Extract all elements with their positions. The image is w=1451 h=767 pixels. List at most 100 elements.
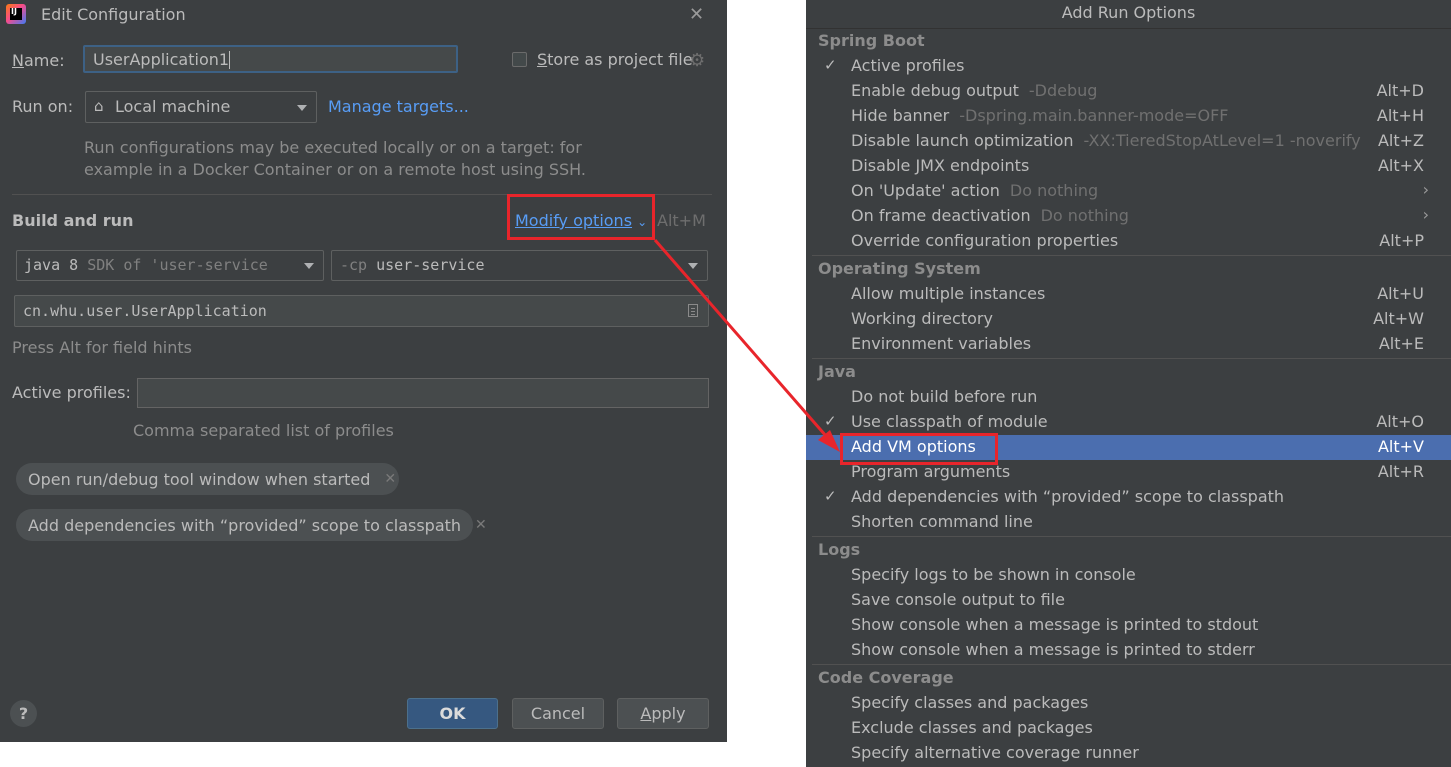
option-label: Add dependencies with “provided” scope t… [851, 487, 1285, 506]
run-on-hint-line-2: example in a Docker Container or on a re… [84, 160, 586, 179]
option-label: Disable JMX endpoints [851, 156, 1030, 175]
option-label: Override configuration properties [851, 231, 1119, 250]
home-icon: ⌂ [94, 97, 104, 115]
option-item[interactable]: ✓ Add dependencies with “provided” scope … [806, 485, 1451, 510]
name-input[interactable]: UserApplication1 [83, 45, 458, 73]
option-chip-open-tool-window[interactable]: Open run/debug tool window when started … [16, 463, 399, 495]
option-item[interactable]: Enable debug output -Ddebug Alt+D [806, 79, 1451, 104]
option-item[interactable]: Disable JMX endpoints Alt+X [806, 154, 1451, 179]
option-item[interactable]: Show console when a message is printed t… [806, 638, 1451, 663]
option-hint: Do nothing [1040, 206, 1129, 225]
section-separator [812, 358, 1451, 359]
option-chip-provided-scope[interactable]: Add dependencies with “provided” scope t… [16, 509, 487, 541]
classpath-module-select[interactable]: -cp user-service [331, 250, 708, 281]
option-label-wrap: Allow multiple instances [851, 284, 1045, 303]
option-label-wrap: Save console output to file [851, 590, 1065, 609]
active-profiles-label: Active profiles: [12, 383, 131, 402]
run-on-hint-line-1: Run configurations may be executed local… [84, 138, 582, 157]
close-icon[interactable]: ✕ [689, 4, 704, 25]
active-profiles-hint: Comma separated list of profiles [133, 421, 394, 440]
option-item[interactable]: Show console when a message is printed t… [806, 613, 1451, 638]
run-on-select[interactable]: ⌂ Local machine [85, 91, 317, 123]
option-item[interactable]: ✓ Use classpath of module Alt+O [806, 410, 1451, 435]
option-shortcut: Alt+E [1378, 334, 1424, 353]
store-as-project-file-checkbox[interactable] [512, 52, 527, 67]
option-item[interactable]: Exclude classes and packages [806, 716, 1451, 741]
option-hint: -Ddebug [1028, 81, 1098, 100]
manage-targets-link[interactable]: Manage targets... [328, 97, 469, 116]
option-hint: Do nothing [1009, 181, 1099, 200]
ok-button[interactable]: OK [407, 698, 498, 729]
section-separator [812, 255, 1451, 256]
option-item[interactable]: Working directory Alt+W [806, 307, 1451, 332]
option-hint: -Dspring.main.banner-mode=OFF [959, 106, 1229, 125]
option-item[interactable]: On 'Update' action Do nothing › [806, 179, 1451, 204]
option-item[interactable]: On frame deactivation Do nothing › [806, 204, 1451, 229]
option-item[interactable]: Save console output to file [806, 588, 1451, 613]
section-title: Logs [818, 540, 861, 559]
option-label: Specify classes and packages [851, 693, 1089, 712]
remove-chip-icon[interactable]: ✕ [384, 471, 396, 487]
modify-options-shortcut: Alt+M [657, 211, 706, 230]
option-label-wrap: Exclude classes and packages [851, 718, 1093, 737]
option-item[interactable]: Allow multiple instances Alt+U [806, 282, 1451, 307]
chip-label: Open run/debug tool window when started [28, 469, 371, 489]
cp-flag: -cp [340, 256, 368, 274]
option-label: Environment variables [851, 334, 1032, 353]
name-input-value: UserApplication1 [93, 50, 230, 69]
option-item[interactable]: Override configuration properties Alt+P [806, 229, 1451, 254]
gear-icon[interactable]: ⚙ [689, 50, 705, 71]
section-separator [812, 664, 1451, 665]
option-item[interactable]: Do not build before run [806, 385, 1451, 410]
dialog-title: Edit Configuration [41, 5, 186, 24]
option-label-wrap: Specify alternative coverage runner [851, 743, 1139, 762]
option-label-wrap: Disable JMX endpoints [851, 156, 1029, 175]
jre-select[interactable]: java 8 SDK of 'user-service [16, 250, 324, 281]
run-on-hint: Run configurations may be executed local… [84, 137, 586, 181]
option-shortcut: Alt+P [1379, 231, 1424, 250]
option-label-wrap: Override configuration properties [851, 231, 1118, 250]
option-item[interactable]: Disable launch optimization -XX:TieredSto… [806, 129, 1451, 154]
section-title: Code Coverage [818, 668, 954, 687]
main-class-value: cn.whu.user.UserApplication [23, 302, 267, 320]
option-label: Save console output to file [851, 590, 1065, 609]
option-item[interactable]: Specify logs to be shown in console [806, 563, 1451, 588]
option-label: Allow multiple instances [851, 284, 1046, 303]
option-label: Shorten command line [851, 512, 1033, 531]
option-shortcut: Alt+Z [1377, 131, 1424, 150]
build-and-run-heading: Build and run [12, 211, 134, 230]
option-label-wrap: Enable debug output -Ddebug [851, 81, 1097, 100]
store-as-project-file-label[interactable]: Store as project file [537, 50, 693, 69]
option-label: Hide banner [851, 106, 950, 125]
section-title: Operating System [818, 259, 981, 278]
checkmark-icon: ✓ [824, 56, 837, 74]
main-class-field[interactable]: cn.whu.user.UserApplication [14, 295, 709, 327]
option-shortcut: Alt+D [1376, 81, 1424, 100]
option-label: Use classpath of module [851, 412, 1048, 431]
chevron-down-icon [304, 263, 314, 269]
remove-chip-icon[interactable]: ✕ [475, 517, 487, 533]
cancel-button[interactable]: Cancel [512, 698, 604, 729]
edit-configuration-dialog: IJ Edit Configuration ✕ Name: UserApplic… [0, 0, 727, 742]
option-label-wrap: Environment variables [851, 334, 1031, 353]
option-item[interactable]: Specify classes and packages [806, 691, 1451, 716]
option-label: Disable launch optimization [851, 131, 1074, 150]
help-button[interactable]: ? [10, 700, 37, 727]
option-item[interactable]: Shorten command line [806, 510, 1451, 535]
section-title: Java [818, 362, 856, 381]
apply-button[interactable]: Apply [617, 698, 709, 729]
jre-source: SDK of 'user-service [87, 256, 268, 274]
chevron-right-icon: › [1422, 180, 1429, 199]
option-shortcut: Alt+U [1377, 284, 1424, 303]
dialog-title-bar[interactable]: IJ Edit Configuration ✕ [0, 0, 727, 30]
option-shortcut: Alt+V [1377, 437, 1424, 456]
active-profiles-input[interactable] [137, 378, 709, 408]
option-item[interactable]: Specify alternative coverage runner [806, 741, 1451, 766]
chevron-down-icon [688, 263, 698, 269]
option-item[interactable]: Hide banner -Dspring.main.banner-mode=OFF… [806, 104, 1451, 129]
option-label: On frame deactivation [851, 206, 1031, 225]
option-label-wrap: Shorten command line [851, 512, 1033, 531]
option-item[interactable]: Environment variables Alt+E [806, 332, 1451, 357]
browse-document-icon[interactable] [688, 304, 698, 317]
option-item[interactable]: ✓ Active profiles [806, 54, 1451, 79]
